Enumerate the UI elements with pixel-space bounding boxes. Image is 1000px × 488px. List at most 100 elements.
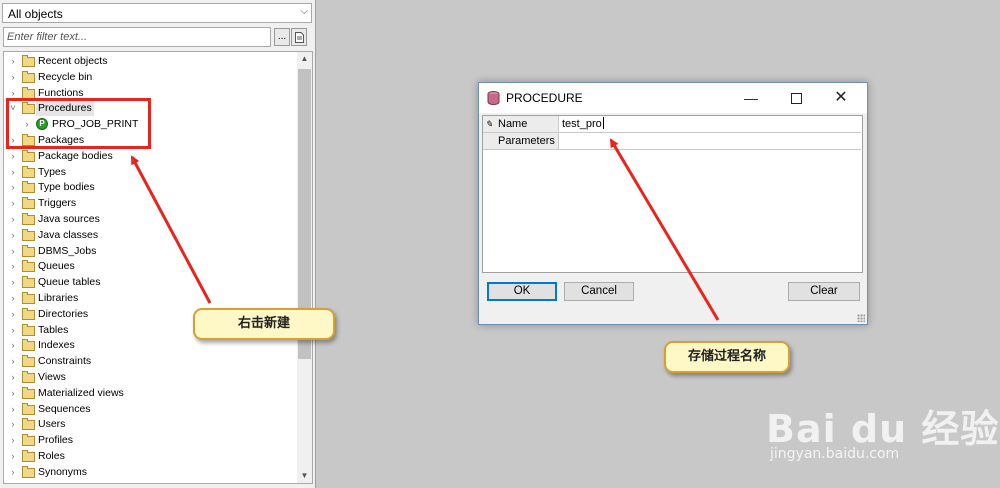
chevron-right-icon[interactable]: ›	[8, 291, 18, 306]
chevron-right-icon[interactable]: ›	[8, 417, 18, 432]
maximize-icon[interactable]	[781, 87, 811, 109]
minimize-icon[interactable]: —	[736, 87, 766, 109]
chevron-right-icon[interactable]: ›	[8, 54, 18, 69]
tree-item-folder[interactable]: › Queue tables	[4, 275, 296, 290]
tree-item-folder[interactable]: › Queues	[4, 259, 296, 274]
property-key-name: Name	[495, 116, 559, 132]
folder-icon	[22, 355, 35, 368]
tree-item-label: Users	[38, 418, 66, 431]
tree-item-folder[interactable]: › Type bodies	[4, 180, 296, 195]
folder-icon	[22, 339, 35, 352]
chevron-right-icon[interactable]: ›	[8, 275, 18, 290]
property-key-parameters: Parameters	[495, 133, 559, 149]
tree-item-folder[interactable]: › Materialized views	[4, 386, 296, 401]
object-type-select-value: All objects	[8, 7, 63, 21]
tree-item-folder[interactable]: › Recent objects	[4, 54, 296, 69]
tree-item-folder[interactable]: › Types	[4, 165, 296, 180]
tree-item-label: Recycle bin	[38, 70, 93, 83]
chevron-right-icon[interactable]: ›	[8, 402, 18, 417]
tree-item-label: Java sources	[38, 213, 100, 225]
property-row-parameters: Parameters	[483, 133, 861, 150]
folder-icon	[22, 276, 35, 289]
tree-item-label: Indexes	[38, 339, 75, 352]
folder-icon	[22, 402, 35, 415]
procedure-name-input[interactable]: test_pro	[562, 116, 604, 132]
tree-item-folder[interactable]: › Users	[4, 417, 296, 432]
tree-item-label: Queue tables	[38, 276, 101, 289]
chevron-right-icon[interactable]: ›	[8, 165, 18, 180]
chevron-right-icon[interactable]: ›	[8, 449, 18, 464]
tree-item-folder[interactable]: › Views	[4, 370, 296, 385]
object-type-select[interactable]: All objects ⌵	[2, 3, 312, 23]
tree-item-folder[interactable]: › Java sources	[4, 212, 296, 227]
tree-item-folder[interactable]: › Profiles	[4, 433, 296, 448]
chevron-right-icon[interactable]: ›	[8, 180, 18, 195]
chevron-right-icon[interactable]: ›	[8, 386, 18, 401]
procedure-name-value: test_pro	[562, 118, 602, 130]
object-browser-panel: All objects ⌵ ... › Recent objects › Recycl…	[0, 0, 316, 488]
scroll-down-icon[interactable]: ▼	[297, 469, 312, 483]
tree-item-folder[interactable]: › Roles	[4, 449, 296, 464]
tree-item-folder[interactable]: › Constraints	[4, 354, 296, 369]
callout-procedure-name: 存储过程名称	[664, 341, 790, 373]
filter-apply-button[interactable]	[291, 28, 307, 46]
ok-button[interactable]: OK	[487, 282, 557, 301]
procedure-dialog: PROCEDURE — ✕ ✎ Name test_pro Parameters…	[478, 82, 868, 325]
tree-item-label: Recent objects	[38, 55, 108, 67]
tree-item-folder[interactable]: › Java classes	[4, 228, 296, 243]
tree-item-folder[interactable]: › Libraries	[4, 291, 296, 306]
filter-options-button[interactable]: ...	[274, 28, 290, 46]
tree-item-folder[interactable]: › Sequences	[4, 402, 296, 417]
text-caret	[602, 117, 604, 129]
tree-item-label: Roles	[38, 450, 65, 462]
procedure-property-grid: ✎ Name test_pro Parameters	[482, 115, 863, 273]
chevron-right-icon[interactable]: ›	[8, 244, 18, 259]
tree-item-label: Java classes	[38, 228, 99, 241]
chevron-right-icon[interactable]: ›	[8, 465, 18, 480]
filter-input[interactable]	[3, 27, 271, 47]
clear-button[interactable]: Clear	[788, 282, 860, 301]
chevron-right-icon[interactable]: ›	[8, 149, 18, 164]
tree-item-folder[interactable]: › Package bodies	[4, 149, 296, 164]
tree-item-folder[interactable]: › Synonyms	[4, 465, 296, 480]
tree-item-label: Tables	[38, 323, 69, 336]
tree-scrollbar[interactable]: ▲ ▼	[297, 52, 312, 483]
scroll-up-icon[interactable]: ▲	[297, 52, 312, 66]
folder-icon	[22, 323, 35, 336]
tree-item-label: Directories	[38, 307, 89, 320]
baidu-jingyan-logo: Bai du 经验	[766, 407, 1000, 451]
tree-item-folder[interactable]: › DBMS_Jobs	[4, 244, 296, 259]
chevron-right-icon[interactable]: ›	[8, 307, 18, 322]
chevron-right-icon[interactable]: ›	[8, 354, 18, 369]
chevron-right-icon[interactable]: ›	[8, 212, 18, 227]
resize-grip[interactable]	[857, 314, 865, 322]
chevron-right-icon[interactable]: ›	[8, 259, 18, 274]
tree-item-label: Synonyms	[38, 465, 88, 478]
dialog-titlebar[interactable]: PROCEDURE — ✕	[479, 83, 867, 113]
chevron-right-icon[interactable]: ›	[8, 196, 18, 211]
tree-item-folder[interactable]: › Indexes	[4, 338, 296, 353]
close-icon[interactable]: ✕	[826, 87, 856, 109]
chevron-right-icon[interactable]: ›	[8, 228, 18, 243]
chevron-right-icon[interactable]: ›	[8, 323, 18, 338]
tree-item-folder[interactable]: › Triggers	[4, 196, 296, 211]
highlight-box-procedures	[6, 98, 151, 149]
tree-item-label: Sequences	[38, 402, 91, 415]
cancel-button[interactable]: Cancel	[564, 282, 634, 301]
folder-icon	[22, 228, 35, 241]
tree-item-folder[interactable]: › Recycle bin	[4, 70, 296, 85]
chevron-right-icon[interactable]: ›	[8, 433, 18, 448]
chevron-right-icon[interactable]: ›	[8, 338, 18, 353]
folder-icon	[22, 244, 35, 257]
tree-item-label: Type bodies	[38, 181, 95, 194]
tree-item-label: Queues	[38, 260, 75, 273]
chevron-down-icon[interactable]: ⌵	[300, 6, 308, 17]
callout-right-click-new: 右击新建	[193, 308, 335, 340]
folder-icon	[22, 434, 35, 447]
chevron-right-icon[interactable]: ›	[8, 70, 18, 85]
document-icon	[294, 32, 304, 43]
folder-icon	[22, 307, 35, 320]
chevron-right-icon[interactable]: ›	[8, 370, 18, 385]
tree-item-label: Types	[38, 165, 67, 178]
folder-icon	[22, 181, 35, 194]
